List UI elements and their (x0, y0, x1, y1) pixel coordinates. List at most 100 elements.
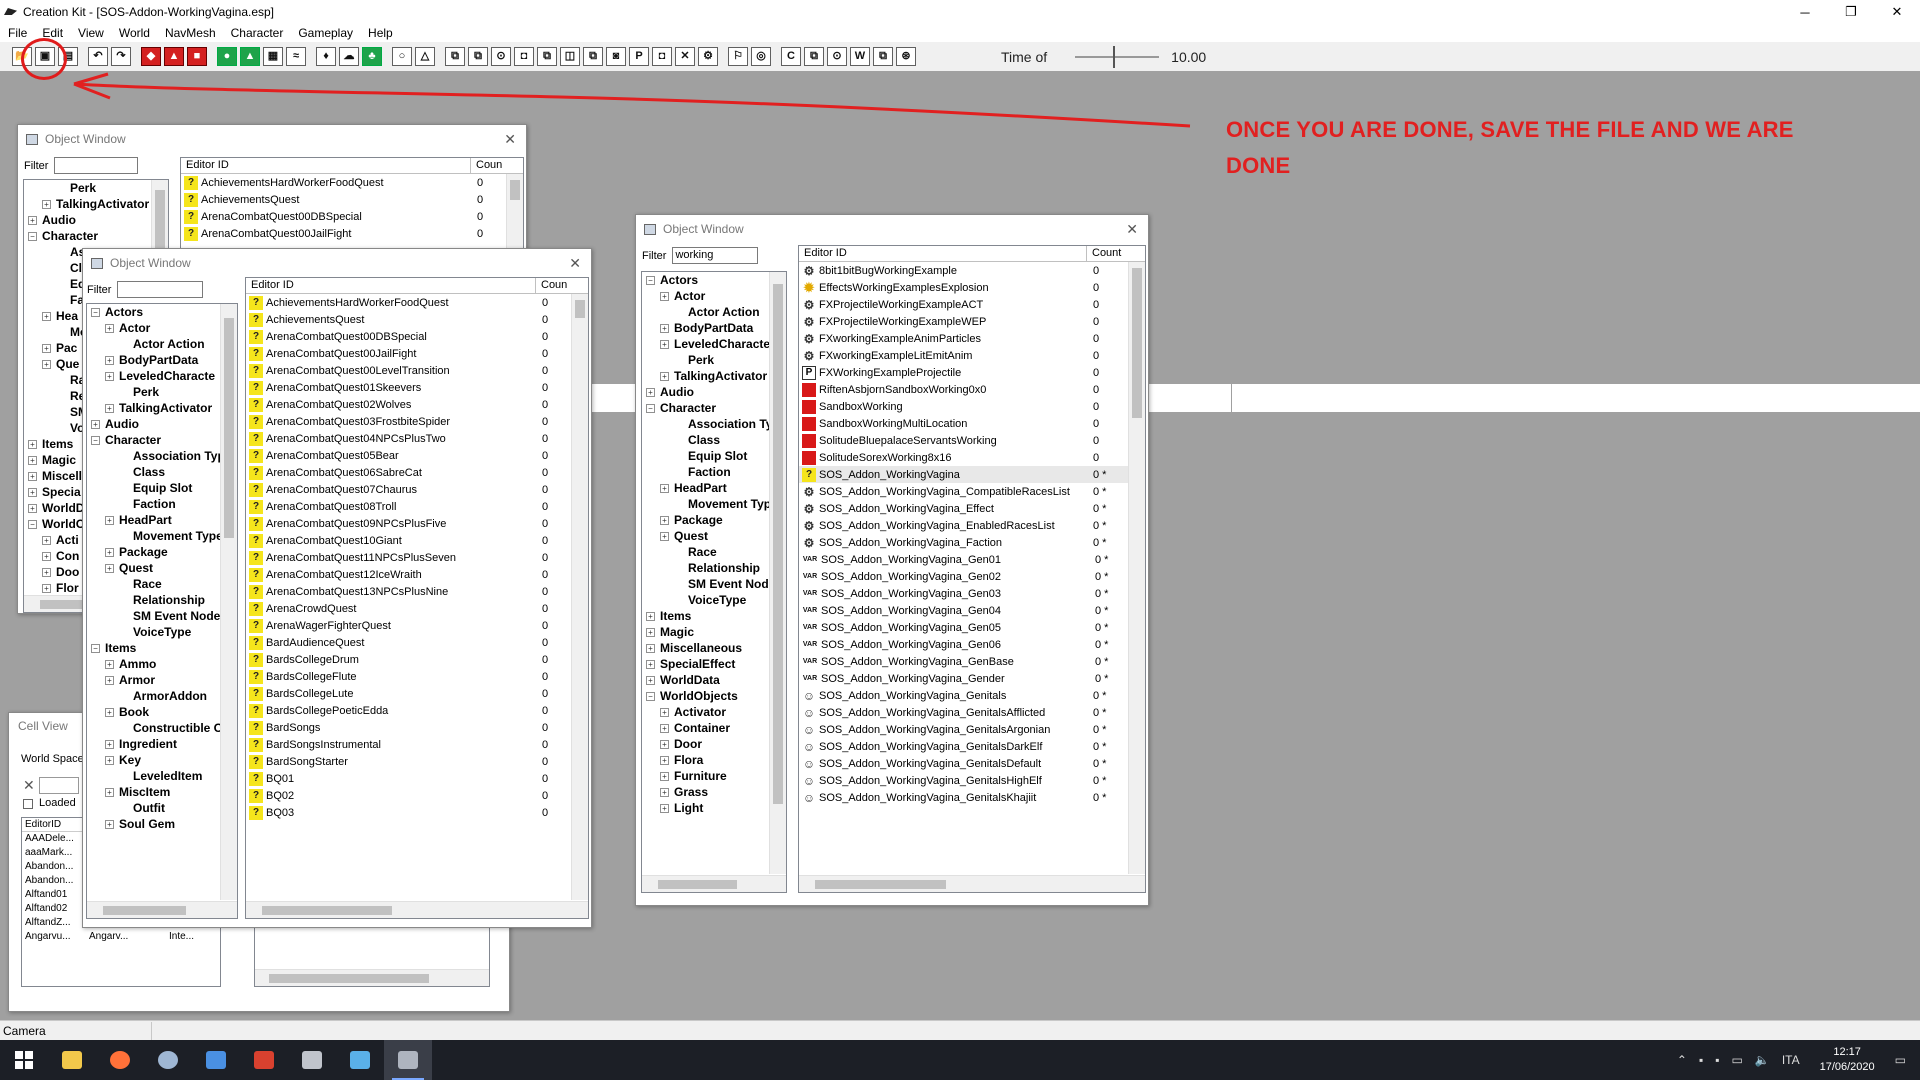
expand-icon[interactable]: + (28, 472, 37, 482)
tool-9-icon[interactable]: P (629, 47, 649, 66)
tree-item[interactable]: SM Event Node (87, 608, 237, 624)
tree-item[interactable]: + Furniture (642, 768, 786, 784)
list-row[interactable]: SolitudeSorexWorking8x16 0 (799, 449, 1145, 466)
expand-icon[interactable]: + (105, 676, 114, 686)
tree-item[interactable]: VoiceType (642, 592, 786, 608)
tree-item[interactable]: − Actors (642, 272, 786, 288)
taskbar-start[interactable] (0, 1040, 48, 1080)
tree-item[interactable]: − Actors (87, 304, 237, 320)
expand-icon[interactable]: + (660, 372, 669, 382)
expand-icon[interactable]: + (42, 552, 51, 562)
tool-20-icon[interactable]: ⊛ (896, 47, 916, 66)
marker-icon[interactable]: ▲ (164, 47, 184, 66)
list-row[interactable]: SandboxWorking 0 (799, 398, 1145, 415)
expand-icon[interactable]: + (91, 420, 100, 430)
list-row[interactable]: ? BardSongs 0 (246, 719, 588, 736)
list-row[interactable]: ? BardsCollegeFlute 0 (246, 668, 588, 685)
collapse-icon[interactable]: − (646, 692, 655, 702)
expand-icon[interactable]: + (660, 772, 669, 782)
list-row[interactable]: ☺ SOS_Addon_WorkingVagina_Genitals 0 * (799, 687, 1145, 704)
list-row[interactable]: SandboxWorkingMultiLocation 0 (799, 415, 1145, 432)
landscape-icon[interactable]: ● (217, 47, 237, 66)
navmesh-icon[interactable]: △ (415, 47, 435, 66)
list-row[interactable]: ? ArenaCombatQuest01Skeevers 0 (246, 379, 588, 396)
expand-icon[interactable]: + (28, 216, 37, 226)
collapse-icon[interactable]: − (646, 404, 655, 414)
list-row[interactable]: ? ArenaCombatQuest11NPCsPlusSeven 0 (246, 549, 588, 566)
expand-icon[interactable]: + (105, 564, 114, 574)
expand-icon[interactable]: + (105, 356, 114, 366)
tool-8-icon[interactable]: ◙ (606, 47, 626, 66)
collapse-icon[interactable]: − (91, 308, 100, 318)
list-row[interactable]: ⚙ FXProjectileWorkingExampleACT 0 (799, 296, 1145, 313)
expand-icon[interactable]: + (660, 804, 669, 814)
tool-3-icon[interactable]: ⊙ (491, 47, 511, 66)
list-row[interactable]: VAR SOS_Addon_WorkingVagina_GenBase 0 * (799, 653, 1145, 670)
list-row[interactable]: ☺ SOS_Addon_WorkingVagina_GenitalsAfflict… (799, 704, 1145, 721)
list-row[interactable]: ☺ SOS_Addon_WorkingVagina_GenitalsHighElf… (799, 772, 1145, 789)
tree-item[interactable]: − Character (642, 400, 786, 416)
list-row[interactable]: ? BQ02 0 (246, 787, 588, 804)
object-window-3-titlebar[interactable]: Object Window ✕ (636, 215, 1148, 243)
list-row[interactable]: VAR SOS_Addon_WorkingVagina_Gender 0 * (799, 670, 1145, 687)
expand-icon[interactable]: + (660, 708, 669, 718)
close-button[interactable]: ✕ (1874, 0, 1920, 24)
world-space-select[interactable] (39, 777, 79, 794)
tree-item[interactable]: LeveledItem (87, 768, 237, 784)
expand-icon[interactable]: + (105, 756, 114, 766)
list-row[interactable]: ? ArenaCombatQuest09NPCsPlusFive 0 (246, 515, 588, 532)
grid-icon[interactable]: ▦ (263, 47, 283, 66)
time-of-day-slider-thumb[interactable] (1113, 45, 1116, 68)
expand-icon[interactable]: + (646, 628, 655, 638)
collapse-icon[interactable]: − (646, 276, 655, 286)
tool-5-icon[interactable]: ⧉ (537, 47, 557, 66)
col-editorid[interactable]: EditorID (22, 818, 86, 831)
list-row[interactable]: P FXWorkingExampleProjectile 0 (799, 364, 1145, 381)
tree-item[interactable]: + Quest (642, 528, 786, 544)
taskbar-app-red[interactable] (240, 1040, 288, 1080)
tree-item[interactable]: ArmorAddon (87, 688, 237, 704)
tree-item[interactable]: Constructible Ob (87, 720, 237, 736)
light-icon[interactable]: ♦ (316, 47, 336, 66)
tray-app-icon[interactable]: ▪ (1699, 1053, 1703, 1067)
tool-12-icon[interactable]: ⚙ (698, 47, 718, 66)
tree-item[interactable]: + Package (642, 512, 786, 528)
list-row[interactable]: ? ArenaCombatQuest00JailFight 0 (181, 225, 523, 242)
expand-icon[interactable]: + (42, 360, 51, 370)
list-row[interactable]: ? ArenaWagerFighterQuest 0 (246, 617, 588, 634)
tree-item[interactable]: − WorldObjects (642, 688, 786, 704)
expand-icon[interactable]: + (105, 324, 114, 334)
expand-icon[interactable]: + (28, 504, 37, 514)
tree-item[interactable]: + MiscItem (87, 784, 237, 800)
expand-icon[interactable]: + (660, 740, 669, 750)
tree-item[interactable]: + Door (642, 736, 786, 752)
collapse-icon[interactable]: − (91, 644, 100, 654)
collapse-icon[interactable]: − (91, 436, 100, 446)
sky-icon[interactable]: ☁ (339, 47, 359, 66)
tree-item[interactable]: Faction (642, 464, 786, 480)
tree-item[interactable]: Faction (87, 496, 237, 512)
taskbar-app-window[interactable] (336, 1040, 384, 1080)
category-tree[interactable]: − Actors + Actor Actor Action + BodyPartData + L… (641, 271, 787, 893)
tree-item[interactable]: + HeadPart (87, 512, 237, 528)
expand-icon[interactable]: + (105, 820, 114, 830)
tool-2-icon[interactable]: ⧉ (468, 47, 488, 66)
tree-item[interactable]: + Ammo (87, 656, 237, 672)
tool-19-icon[interactable]: ⧉ (873, 47, 893, 66)
col-editor-id[interactable]: Editor ID (246, 278, 536, 293)
object-window-2-titlebar[interactable]: Object Window ✕ (83, 249, 591, 277)
list-row[interactable]: ? ArenaCombatQuest07Chaurus 0 (246, 481, 588, 498)
list-row[interactable]: ✹ EffectsWorkingExamplesExplosion 0 (799, 279, 1145, 296)
list-row[interactable]: ? BardSongsInstrumental 0 (246, 736, 588, 753)
list-row[interactable]: ? ArenaCombatQuest12IceWraith 0 (246, 566, 588, 583)
expand-icon[interactable]: + (660, 788, 669, 798)
volume-icon[interactable]: 🔈 (1755, 1053, 1770, 1067)
tree-item[interactable]: + Miscellaneous (642, 640, 786, 656)
list-row[interactable]: ⚙ SOS_Addon_WorkingVagina_Faction 0 * (799, 534, 1145, 551)
tree-item[interactable]: − Items (87, 640, 237, 656)
expand-icon[interactable]: + (105, 548, 114, 558)
expand-icon[interactable]: + (660, 756, 669, 766)
list-row[interactable]: ☺ SOS_Addon_WorkingVagina_GenitalsArgonia… (799, 721, 1145, 738)
collision-icon[interactable]: ■ (187, 47, 207, 66)
expand-icon[interactable]: + (660, 516, 669, 526)
